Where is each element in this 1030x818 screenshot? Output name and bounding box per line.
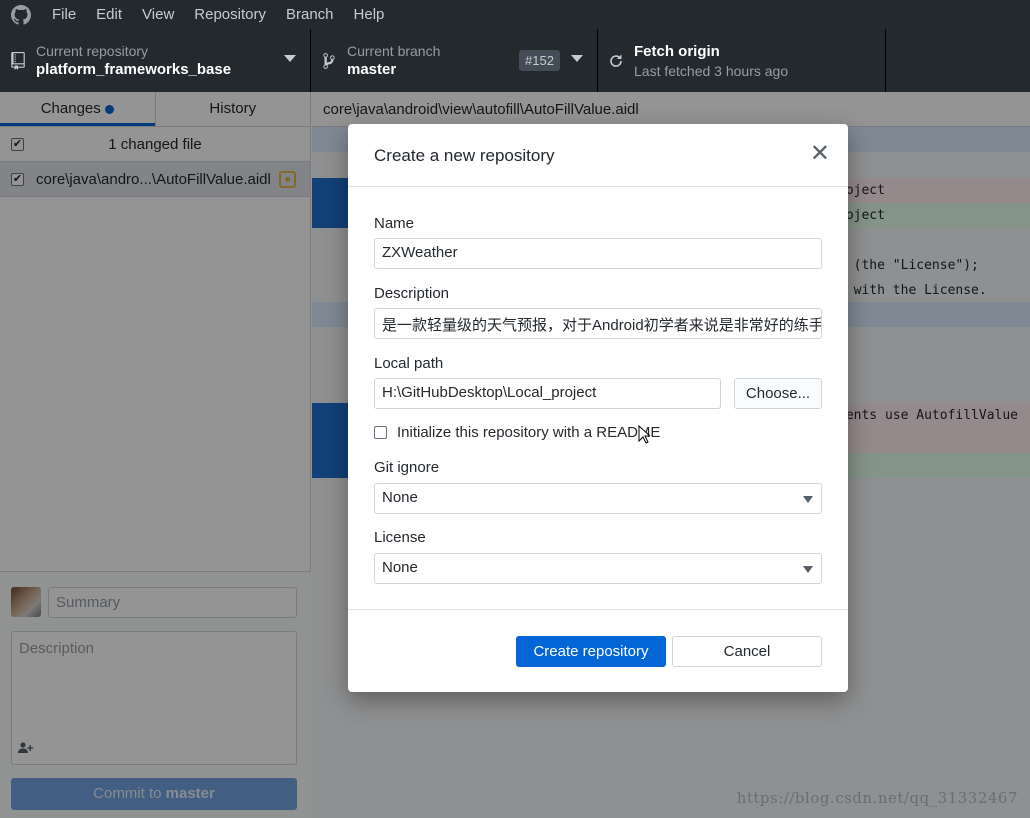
- branch-caption: Current branch: [347, 42, 441, 59]
- license-value: None: [382, 559, 418, 576]
- dialog-title: Create a new repository: [374, 146, 555, 165]
- fetch-title: Fetch origin: [634, 42, 720, 60]
- description-label: Description: [374, 285, 450, 302]
- github-logo-icon: [0, 0, 42, 29]
- menu-help[interactable]: Help: [344, 0, 395, 29]
- menu-edit[interactable]: Edit: [86, 0, 132, 29]
- branch-selector[interactable]: Current branch master #152: [311, 29, 598, 92]
- name-input[interactable]: ZXWeather: [374, 238, 822, 269]
- menu-view[interactable]: View: [132, 0, 184, 29]
- license-label: License: [374, 529, 426, 546]
- local-path-input[interactable]: H:\GitHubDesktop\Local_project: [374, 378, 721, 409]
- dialog-footer: Create repository Cancel: [348, 609, 848, 692]
- chevron-down-icon: [803, 566, 813, 573]
- repository-selector[interactable]: Current repository platform_frameworks_b…: [0, 29, 311, 92]
- license-select[interactable]: None: [374, 553, 822, 584]
- create-repository-button[interactable]: Create repository: [516, 636, 666, 667]
- repo-name: platform_frameworks_base: [36, 60, 232, 78]
- chevron-down-icon: [284, 55, 296, 62]
- name-label: Name: [374, 215, 415, 232]
- sync-icon: [598, 53, 634, 69]
- readme-option[interactable]: Initialize this repository with a README: [374, 424, 660, 441]
- branch-name: master: [347, 60, 397, 78]
- mouse-cursor-icon: [638, 424, 652, 448]
- chevron-down-icon: [803, 496, 813, 503]
- menu-branch[interactable]: Branch: [276, 0, 344, 29]
- repo-caption: Current repository: [36, 42, 149, 59]
- fetch-origin-button[interactable]: Fetch origin Last fetched 3 hours ago: [598, 29, 886, 92]
- create-repository-dialog: Create a new repository ✕ Name ZXWeather…: [348, 124, 848, 692]
- close-icon[interactable]: ✕: [810, 142, 830, 166]
- gitignore-select[interactable]: None: [374, 483, 822, 514]
- toolbar: Current repository platform_frameworks_b…: [0, 29, 1030, 92]
- readme-label: Initialize this repository with a README: [397, 424, 661, 441]
- menu-repository[interactable]: Repository: [184, 0, 276, 29]
- choose-button[interactable]: Choose...: [734, 378, 822, 409]
- dialog-header: Create a new repository ✕: [348, 124, 848, 187]
- cancel-button[interactable]: Cancel: [672, 636, 822, 667]
- menu-file[interactable]: File: [42, 0, 86, 29]
- chevron-down-icon: [571, 55, 583, 62]
- pull-request-badge[interactable]: #152: [519, 50, 560, 71]
- gitignore-value: None: [382, 489, 418, 506]
- readme-checkbox[interactable]: [374, 426, 387, 439]
- branch-icon: [311, 52, 347, 70]
- gitignore-label: Git ignore: [374, 459, 440, 476]
- local-path-label: Local path: [374, 355, 444, 372]
- menu-bar: File Edit View Repository Branch Help: [0, 0, 1030, 29]
- fetch-status: Last fetched 3 hours ago: [634, 62, 789, 79]
- repo-icon: [0, 51, 36, 70]
- description-input[interactable]: 是一款轻量级的天气预报，对于Android初学者来说是非常好的练手: [374, 308, 822, 339]
